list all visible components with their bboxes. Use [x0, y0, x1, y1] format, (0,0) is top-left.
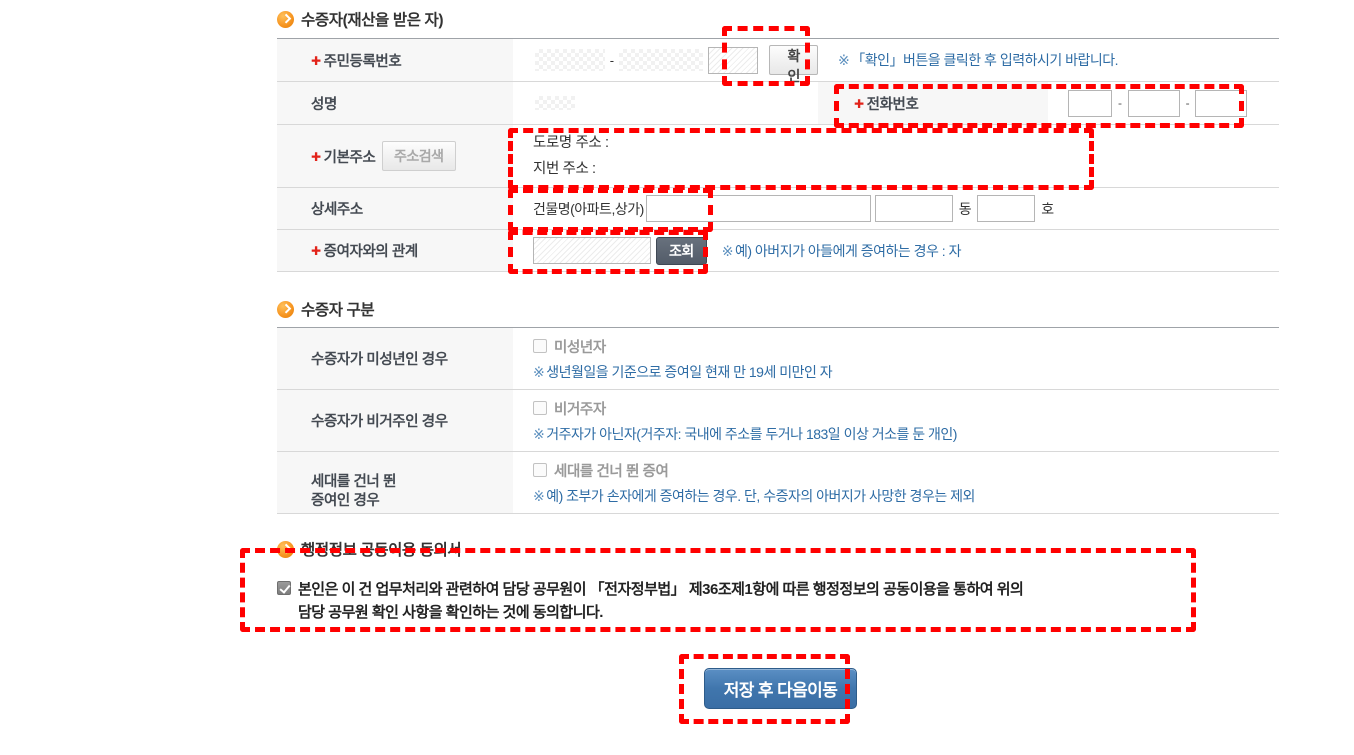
- note-nonresident: 거주자가 아닌자(거주자: 국내에 주소를 두거나 183일 이상 거소를 둔 …: [546, 425, 957, 442]
- building-name-label: 건물명(아파트,상가): [533, 200, 644, 217]
- label-ssn: 주민등록번호: [323, 53, 402, 70]
- value-cell-phone: - -: [1048, 81, 1279, 125]
- label-cell-generation-skip: 세대를 건너 뛴 증여인 경우: [277, 451, 513, 514]
- label-detail-address: 상세주소: [311, 202, 363, 218]
- label-name: 성명: [311, 96, 337, 113]
- note-minor: 생년월일을 기준으로 증여일 현재 만 19세 미만인 자: [546, 363, 833, 380]
- donee-table: ✚ 주민등록번호 - 확인 ※ 「확인」버튼을 클릭한 후 입력하시기 바랍니다.: [277, 38, 1279, 272]
- table-row-relation: ✚ 증여자와의 관계 조회 ※ 예) 아버지가 아들에게 증여하는 경우 : 자: [277, 229, 1279, 272]
- label-cell-ssn: ✚ 주민등록번호: [277, 38, 513, 82]
- chevron-circle-icon: [277, 300, 294, 318]
- label-relation: 증여자와의 관계: [323, 244, 419, 260]
- value-cell-ssn: - 확인: [513, 38, 819, 84]
- required-marker: ✚: [311, 149, 321, 164]
- note-mark-icon: ※: [721, 242, 734, 259]
- phone-sep2: -: [1185, 96, 1190, 110]
- table-row-detail-address: 상세주소 건물명(아파트,상가) 동 호: [277, 187, 1279, 230]
- dong-input[interactable]: [874, 195, 953, 222]
- value-cell-generation-skip: 세대를 건너 뛴 증여 ※ 예) 조부가 손자에게 증여하는 경우. 단, 수증자…: [513, 451, 1279, 514]
- donee-type-table: 수증자가 미성년인 경우 미성년자 ※ 생년월일을 기준으로 증여일 현재 만 1…: [277, 327, 1279, 514]
- label-cell-relation: ✚ 증여자와의 관계: [277, 229, 513, 272]
- required-marker: ✚: [854, 96, 864, 111]
- label-generation-skip: 세대를 건너 뛴 증여인 경우: [311, 473, 396, 510]
- section-heading-donee-type-label: 수증자 구분: [301, 302, 375, 319]
- consent-block: 본인은 이 건 업무처리와 관련하여 담당 공무원이 「전자정부법」 제36조제…: [277, 578, 1237, 625]
- consent-checkbox[interactable]: [277, 581, 291, 595]
- value-cell-base-address: 도로명 주소 : 지번 주소 :: [513, 124, 1279, 188]
- ssn-back-input[interactable]: [618, 49, 704, 71]
- relation-lookup-button[interactable]: 조회: [656, 236, 707, 265]
- minor-checkbox[interactable]: [533, 339, 547, 353]
- section-heading-donee-label: 수증자(재산을 받은 자): [301, 12, 444, 29]
- generation-skip-checkbox-label: 세대를 건너 뛴 증여: [554, 463, 669, 480]
- section-heading-donee-type: 수증자 구분: [277, 298, 375, 320]
- note-relation: 예) 아버지가 아들에게 증여하는 경우 : 자: [735, 242, 961, 259]
- phone-part2-input[interactable]: [1127, 89, 1180, 117]
- table-row-base-address: ✚ 기본주소 주소검색 도로명 주소 : 지번 주소 :: [277, 124, 1279, 188]
- ssn-masked-field[interactable]: [708, 46, 759, 74]
- label-cell-name: 성명: [277, 81, 513, 125]
- phone-sep1: -: [1118, 96, 1122, 110]
- section-heading-consent: 행정정보 공동이용 동의서: [277, 538, 462, 560]
- dong-unit-label: 동: [958, 200, 972, 217]
- table-row-nonresident: 수증자가 비거주인 경우 비거주자 ※ 거주자가 아닌자(거주자: 국내에 주소를…: [277, 389, 1279, 452]
- label-cell-phone: ✚ 전화번호: [818, 81, 1048, 125]
- save-and-next-button[interactable]: 저장 후 다음이동: [704, 668, 857, 709]
- section-heading-consent-label: 행정정보 공동이용 동의서: [301, 542, 462, 559]
- address-search-button[interactable]: 주소검색: [382, 141, 456, 171]
- note-generation-skip: 예) 조부가 손자에게 증여하는 경우. 단, 수증자의 아버지가 사망한 경우…: [546, 487, 975, 504]
- chevron-circle-icon: [277, 540, 294, 558]
- section-heading-donee: 수증자(재산을 받은 자): [277, 8, 443, 30]
- phone-part1-input[interactable]: [1068, 89, 1112, 117]
- label-cell-base-address: ✚ 기본주소 주소검색: [277, 124, 513, 188]
- required-marker: ✚: [311, 53, 321, 68]
- lot-address-label: 지번 주소 :: [533, 161, 596, 177]
- nonresident-checkbox[interactable]: [533, 401, 547, 415]
- ho-unit-label: 호: [1041, 200, 1054, 217]
- value-cell-detail-address: 건물명(아파트,상가) 동 호: [513, 187, 1279, 230]
- table-row-minor: 수증자가 미성년인 경우 미성년자 ※ 생년월일을 기준으로 증여일 현재 만 1…: [277, 327, 1279, 390]
- consent-text: 본인은 이 건 업무처리와 관련하여 담당 공무원이 「전자정부법」 제36조제…: [298, 581, 1024, 622]
- label-minor: 수증자가 미성년인 경우: [311, 352, 448, 368]
- note-mark-icon: ※: [533, 487, 545, 504]
- note-ssn: 「확인」버튼을 클릭한 후 입력하시기 바랍니다.: [851, 52, 1119, 68]
- note-mark-icon: ※: [533, 425, 545, 442]
- form-page: 수증자(재산을 받은 자) ✚ 주민등록번호 - 확인 ※ 「확인」버튼을 클릭…: [0, 0, 1354, 755]
- road-address-label: 도로명 주소 :: [533, 134, 609, 151]
- label-cell-detail-address: 상세주소: [277, 187, 513, 230]
- note-cell-ssn: ※ 「확인」버튼을 클릭한 후 입력하시기 바랍니다.: [818, 38, 1279, 82]
- minor-checkbox-label: 미성년자: [554, 339, 606, 356]
- building-name-input[interactable]: [645, 195, 871, 222]
- generation-skip-checkbox[interactable]: [533, 463, 547, 477]
- label-cell-nonresident: 수증자가 비거주인 경우: [277, 389, 513, 452]
- table-row-generation-skip: 세대를 건너 뛴 증여인 경우 세대를 건너 뛴 증여 ※ 예) 조부가 손자에게…: [277, 451, 1279, 514]
- table-row-name-phone: 성명 ✚ 전화번호 - -: [277, 81, 1279, 125]
- note-mark-icon: ※: [533, 363, 545, 380]
- ssn-separator: -: [609, 52, 614, 68]
- label-cell-minor: 수증자가 미성년인 경우: [277, 327, 513, 390]
- note-mark-icon: ※: [838, 52, 850, 68]
- nonresident-checkbox-label: 비거주자: [554, 401, 606, 418]
- value-cell-relation: 조회 ※ 예) 아버지가 아들에게 증여하는 경우 : 자: [513, 229, 1279, 272]
- value-cell-name: [513, 81, 818, 125]
- value-cell-minor: 미성년자 ※ 생년월일을 기준으로 증여일 현재 만 19세 미만인 자: [513, 327, 1279, 390]
- label-base-address: 기본주소: [323, 149, 376, 166]
- label-nonresident: 수증자가 비거주인 경우: [311, 414, 448, 430]
- ho-input[interactable]: [977, 195, 1036, 222]
- phone-part3-input[interactable]: [1195, 89, 1248, 117]
- ssn-confirm-button[interactable]: 확인: [769, 45, 819, 84]
- chevron-circle-icon: [277, 10, 294, 28]
- table-row-ssn: ✚ 주민등록번호 - 확인 ※ 「확인」버튼을 클릭한 후 입력하시기 바랍니다.: [277, 38, 1279, 84]
- relation-input[interactable]: [533, 237, 651, 264]
- ssn-front-input[interactable]: [535, 49, 605, 71]
- required-marker: ✚: [311, 244, 321, 258]
- value-cell-nonresident: 비거주자 ※ 거주자가 아닌자(거주자: 국내에 주소를 두거나 183일 이상 …: [513, 389, 1279, 452]
- name-value: [535, 96, 575, 111]
- label-phone: 전화번호: [866, 96, 919, 113]
